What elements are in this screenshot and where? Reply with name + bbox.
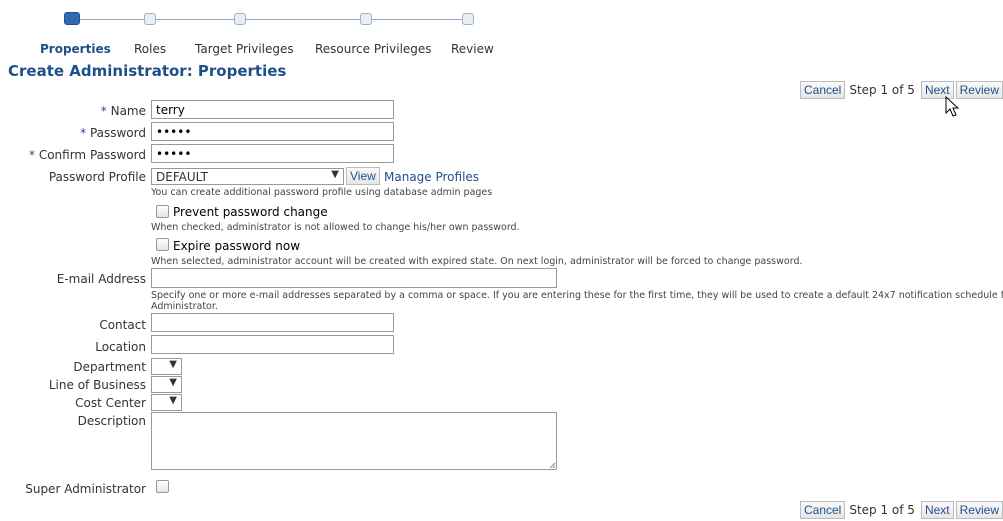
location-input[interactable] [151,335,394,354]
prevent-password-change-checkbox[interactable] [156,205,169,218]
next-button[interactable]: Next [920,501,954,519]
line-of-business-select[interactable]: ▼ [151,376,182,393]
email-label: E-mail Address [56,272,146,286]
step-resource-privileges-marker[interactable] [360,13,372,25]
prevent-password-change-label: Prevent password change [173,205,328,219]
mouse-pointer-icon [945,96,960,117]
email-note-line1: Specify one or more e-mail addresses sep… [151,290,1003,301]
step-indicator: Step 1 of 5 [849,503,915,517]
confirm-password-input[interactable]: ••••• [151,144,394,163]
required-marker: * [29,148,35,162]
step-properties-marker [64,12,80,25]
step-target-privileges-marker[interactable] [234,13,246,25]
required-marker: * [100,104,107,118]
confirm-password-label: * Confirm Password [29,148,146,162]
location-label: Location [95,340,146,354]
train-line [73,19,473,20]
review-button[interactable]: Review [955,501,1003,519]
cost-center-select[interactable]: ▼ [151,394,182,411]
wizard-train: Properties Roles Target Privileges Resou… [0,0,1003,56]
password-label: * Password [80,126,146,140]
manage-profiles-link[interactable]: Manage Profiles [384,170,479,184]
dropdown-arrow-icon: ▼ [169,359,177,370]
step-indicator: Step 1 of 5 [849,83,915,97]
step-resource-privileges-label[interactable]: Resource Privileges [315,42,432,56]
department-label: Department [73,360,146,374]
name-input[interactable]: terry [151,100,394,119]
password-profile-label: Password Profile [48,170,146,184]
password-input[interactable]: ••••• [151,122,394,141]
line-of-business-label: Line of Business [48,378,146,392]
dropdown-arrow-icon: ▼ [169,377,177,388]
step-review-label[interactable]: Review [451,42,494,56]
password-profile-select[interactable]: DEFAULT ▼ [151,168,344,185]
super-administrator-label: Super Administrator [25,482,146,496]
step-roles-marker[interactable] [144,13,156,25]
super-administrator-checkbox[interactable] [156,480,169,493]
department-select[interactable]: ▼ [151,358,182,375]
step-roles-label[interactable]: Roles [134,42,166,56]
view-profile-button[interactable]: View [346,167,380,185]
top-button-bar: Cancel Step 1 of 5 Next Review [798,80,1003,100]
description-textarea[interactable] [151,412,557,470]
email-input[interactable] [151,268,557,288]
step-target-privileges-label[interactable]: Target Privileges [195,42,294,56]
description-label: Description [77,414,146,428]
cancel-button[interactable]: Cancel [799,81,846,99]
dropdown-arrow-icon: ▼ [169,395,177,406]
cancel-button[interactable]: Cancel [799,501,846,519]
email-note-line2: Administrator. [151,301,218,312]
bottom-button-bar: Cancel Step 1 of 5 Next Review [798,500,1003,520]
name-label: * Name [100,104,146,118]
resize-grip-icon[interactable] [549,462,556,469]
expire-password-checkbox[interactable] [156,238,169,251]
prevent-password-change-note: When checked, administrator is not allow… [151,222,520,233]
page-title: Create Administrator: Properties [8,62,287,80]
required-marker: * [80,126,87,140]
password-profile-value: DEFAULT [156,170,208,184]
expire-password-note: When selected, administrator account wil… [151,256,803,267]
dropdown-arrow-icon: ▼ [331,169,339,180]
step-review-marker[interactable] [462,13,474,25]
step-properties-label: Properties [40,42,111,56]
contact-input[interactable] [151,313,394,332]
cost-center-label: Cost Center [75,396,146,410]
contact-label: Contact [99,318,146,332]
expire-password-label: Expire password now [173,239,301,253]
password-profile-note: You can create additional password profi… [151,187,493,198]
review-button[interactable]: Review [955,81,1003,99]
